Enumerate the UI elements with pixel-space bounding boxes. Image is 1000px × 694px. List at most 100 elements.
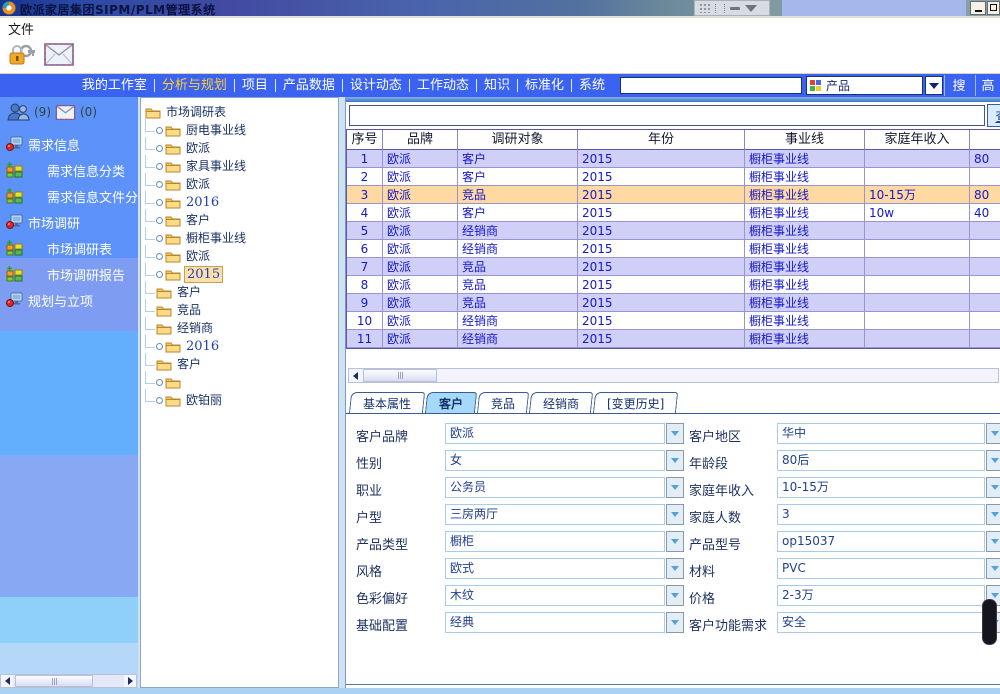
table-hscrollbar[interactable] [348,368,999,383]
nav-item[interactable]: 设计动态 [343,79,410,92]
search-button[interactable]: 搜索 [944,75,973,96]
tree-expand-handle[interactable] [156,217,163,224]
field-dropdown-button[interactable] [666,477,684,498]
lock-key-icon[interactable] [8,43,36,67]
field-dropdown-button[interactable] [666,504,684,525]
filter-input[interactable] [349,105,985,126]
minimize-button[interactable] [970,1,986,15]
tree-node[interactable]: 2016 [145,337,338,355]
column-header[interactable]: 家庭年收入 [865,130,970,150]
window-gadget[interactable] [694,0,770,16]
table-row[interactable]: 7 欧派 竞品 2015 橱柜事业线 [347,258,1000,276]
category-dropdown-button[interactable] [925,76,943,95]
table-row[interactable]: 2 欧派 客户 2015 橱柜事业线 [347,168,1000,186]
table-row[interactable]: 1 欧派 客户 2015 橱柜事业线 80 [347,150,1000,168]
field-input[interactable]: 经典 [445,612,665,633]
detail-tab[interactable]: 基本属性 [349,392,425,414]
mail-icon[interactable] [55,105,76,120]
tree-expand-handle[interactable] [156,397,163,404]
tree-expand-handle[interactable] [156,343,163,350]
scrollbar-thumb[interactable] [15,675,93,687]
tree-node[interactable]: 欧派 [145,247,338,265]
table-row[interactable]: 5 欧派 经销商 2015 橱柜事业线 [347,222,1000,240]
tree-node[interactable]: 客户 [145,211,338,229]
detail-tab[interactable]: 经销商 [529,392,593,414]
column-header[interactable] [970,130,1000,150]
sidebar-item[interactable]: 需求信息 [0,131,138,157]
tree-node[interactable]: 欧铂丽 [145,391,338,409]
field-dropdown-button[interactable] [666,558,684,579]
nav-item[interactable]: 系统 [572,79,612,92]
field-input[interactable]: 3 [777,504,985,525]
sidebar-item[interactable]: 需求信息文件分类 [0,183,138,209]
field-input[interactable]: 公务员 [445,477,665,498]
column-header[interactable]: 序号 [347,130,383,150]
table-row[interactable]: 4 欧派 客户 2015 橱柜事业线 10w 40 [347,204,1000,222]
field-input[interactable]: op15037 [777,531,985,552]
field-input[interactable]: 安全 [777,612,985,633]
nav-item[interactable]: 我的工作室 [75,79,155,92]
nav-item[interactable]: 项目 [235,79,276,92]
tree-expand-handle[interactable] [156,379,163,386]
tree-expand-handle[interactable] [156,199,163,206]
search-input[interactable] [620,77,802,94]
scroll-left-icon[interactable] [349,370,361,382]
field-input[interactable]: 2-3万 [777,585,985,606]
sidebar-item[interactable]: 市场调研报告 [0,261,138,287]
nav-item[interactable]: 标准化 [518,79,572,92]
field-input[interactable]: 10-15万 [777,477,985,498]
column-header[interactable]: 年份 [578,130,745,150]
tree-node[interactable]: 2016 [145,193,338,211]
field-dropdown-button[interactable] [986,450,1000,471]
tree-node[interactable] [145,373,338,391]
tree-node[interactable]: 市场调研表 [145,103,338,121]
tree-expand-handle[interactable] [156,181,163,188]
sidebar-hscrollbar[interactable] [0,674,137,688]
tree-node[interactable]: 客户 [145,355,338,373]
tree-node[interactable]: 经销商 [145,319,338,337]
tree-node[interactable]: 橱柜事业线 [145,229,338,247]
query-button[interactable]: 查 [987,104,1000,127]
gadget-minus-icon[interactable] [730,7,740,10]
field-input[interactable]: 华中 [777,423,985,444]
nav-item[interactable]: 知识 [477,79,518,92]
tree-node[interactable]: 家具事业线 [145,157,338,175]
detail-tab[interactable]: 竞品 [477,392,529,414]
table-row[interactable]: 11 欧派 经销商 2015 橱柜事业线 [347,330,1000,348]
tree-node[interactable]: 欧派 [145,139,338,157]
field-dropdown-button[interactable] [666,423,684,444]
detail-tab[interactable]: [变更历史] [593,392,679,414]
field-dropdown-button[interactable] [986,504,1000,525]
field-input[interactable]: 木纹 [445,585,665,606]
nav-item[interactable]: 产品数据 [276,79,343,92]
gadget-chevron-down-icon[interactable] [745,5,757,12]
field-input[interactable]: 三房两厅 [445,504,665,525]
tree-expand-handle[interactable] [156,271,163,278]
field-input[interactable]: 女 [445,450,665,471]
scrollbar-thumb[interactable] [363,369,437,382]
sidebar-item[interactable]: 规划与立项 [0,287,138,313]
sidebar-item[interactable]: 市场调研表 [0,235,138,261]
field-dropdown-button[interactable] [666,612,684,633]
column-header[interactable]: 事业线 [745,130,865,150]
field-dropdown-button[interactable] [666,585,684,606]
tree-expand-handle[interactable] [156,145,163,152]
field-dropdown-button[interactable] [666,450,684,471]
table-row[interactable]: 8 欧派 竞品 2015 橱柜事业线 [347,276,1000,294]
field-dropdown-button[interactable] [986,531,1000,552]
sidebar-item[interactable]: 市场调研 [0,209,138,235]
envelope-icon[interactable] [44,43,74,66]
advanced-button[interactable]: 高级 [975,75,1000,96]
tree-node[interactable]: 2015 [145,265,338,283]
nav-item[interactable]: 分析与规划 [155,79,235,92]
detail-tab[interactable]: 客户 [425,392,477,414]
field-input[interactable]: 80后 [777,450,985,471]
field-dropdown-button[interactable] [986,558,1000,579]
tree-node[interactable]: 欧派 [145,175,338,193]
field-dropdown-button[interactable] [986,477,1000,498]
table-row[interactable]: 3 欧派 竞品 2015 橱柜事业线 10-15万 80 [347,186,1000,204]
table-row[interactable]: 9 欧派 竞品 2015 橱柜事业线 [347,294,1000,312]
sidebar-item[interactable]: 需求信息分类 [0,157,138,183]
column-header[interactable]: 调研对象 [458,130,578,150]
tree-expand-handle[interactable] [156,253,163,260]
